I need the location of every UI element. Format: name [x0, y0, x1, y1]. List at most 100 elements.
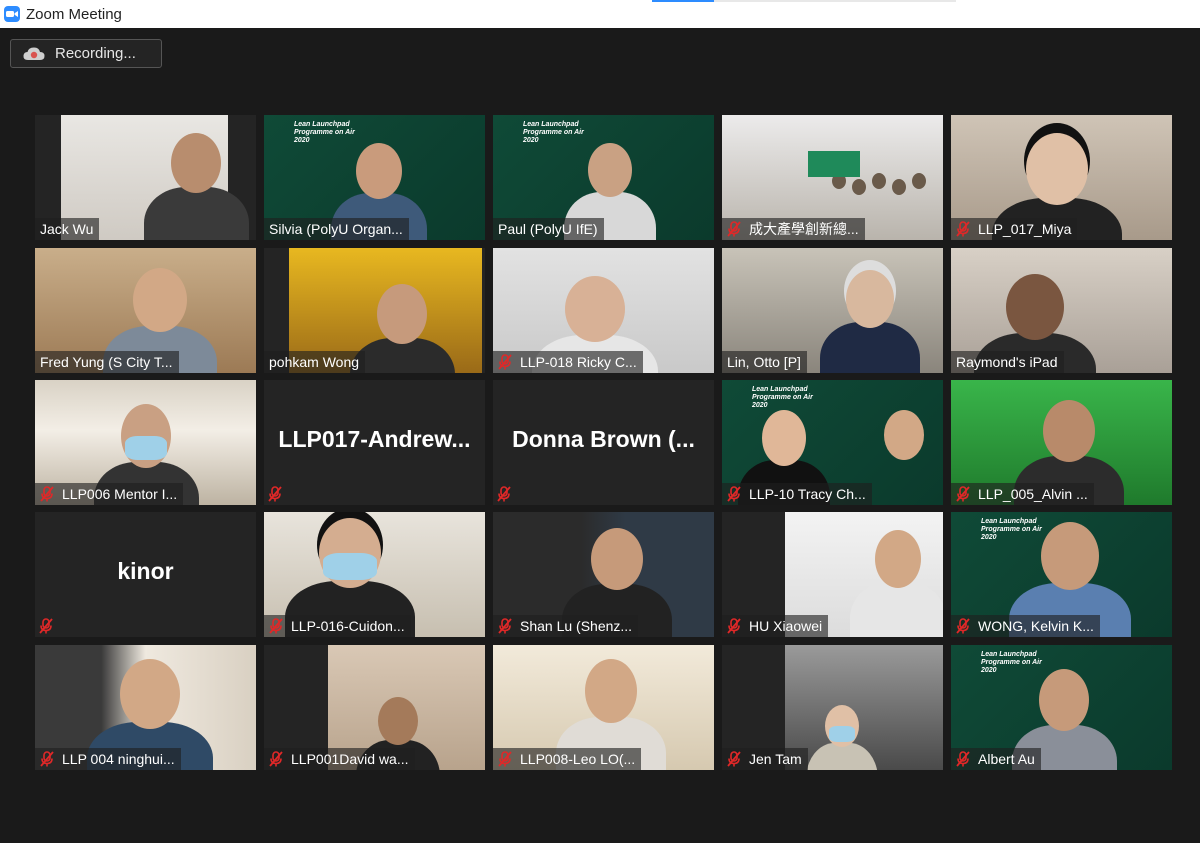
participant-tile[interactable]: Jack Wu	[35, 115, 256, 240]
participant-name: LLP 004 ninghui...	[62, 751, 175, 767]
person-head	[133, 268, 187, 332]
participant-name: pohkam Wong	[269, 354, 360, 370]
person-head	[591, 528, 643, 590]
participant-label: LLP 004 ninghui...	[35, 748, 181, 770]
participant-label: LLP-018 Ricky C...	[493, 351, 643, 373]
participant-name: LLP006 Mentor I...	[62, 486, 178, 502]
participant-label: LLP_005_Alvin ...	[951, 483, 1094, 505]
participant-name: Raymond's iPad	[956, 354, 1058, 370]
participant-name: LLP_005_Alvin ...	[978, 486, 1088, 502]
window-title: Zoom Meeting	[26, 5, 122, 23]
participant-label: LLP001David wa...	[264, 748, 415, 770]
participant-tile[interactable]: Shan Lu (Shenz...	[493, 512, 714, 637]
participant-tile[interactable]: Lean Launchpad Programme on Air 2020 Albe…	[951, 645, 1172, 770]
person-body	[143, 187, 249, 240]
participant-tile[interactable]: HU Xiaowei	[722, 512, 943, 637]
participant-tile[interactable]: LLP 004 ninghui...	[35, 645, 256, 770]
participant-name: Paul (PolyU IfE)	[498, 221, 598, 237]
gallery-view: Recording... Jack Wu Lean Launchpad Progr…	[0, 28, 1200, 843]
participant-tile[interactable]: pohkam Wong	[264, 248, 485, 373]
participant-name-large: Donna Brown (...	[512, 426, 695, 452]
mic-muted-icon	[497, 486, 511, 502]
participant-tile[interactable]: Fred Yung (S City T...	[35, 248, 256, 373]
person-head	[377, 284, 427, 344]
participant-tile[interactable]: kinor	[35, 512, 256, 637]
participant-label: Jen Tam	[722, 748, 808, 770]
mic-muted-icon	[498, 618, 512, 634]
person-head	[588, 143, 632, 197]
participant-name: 成大產學創新總...	[749, 221, 859, 237]
participant-label: LLP006 Mentor I...	[35, 483, 184, 505]
participant-tile[interactable]: Jen Tam	[722, 645, 943, 770]
participant-tile[interactable]: Lean Launchpad Programme on Air 2020 Silv…	[264, 115, 485, 240]
mic-muted-icon	[727, 751, 741, 767]
participant-tile[interactable]: LLP008-Leo LO(...	[493, 645, 714, 770]
title-bar: Zoom Meeting	[0, 0, 1200, 28]
participant-label: HU Xiaowei	[722, 615, 829, 637]
participant-tile[interactable]: Lean Launchpad Programme on Air 2020 WONG…	[951, 512, 1172, 637]
participant-name: LLP001David wa...	[291, 751, 409, 767]
mic-muted-icon	[498, 354, 512, 370]
recording-button[interactable]: Recording...	[10, 39, 162, 68]
participant-tile[interactable]: LLP-016-Cuidon...	[264, 512, 485, 637]
mic-muted-icon	[269, 618, 283, 634]
person-head	[892, 179, 906, 195]
face-mask	[323, 553, 377, 580]
participant-label: Jack Wu	[35, 218, 100, 240]
person-head	[356, 143, 402, 199]
participant-tile[interactable]: LLP017-Andrew...	[264, 380, 485, 505]
mic-muted-icon	[956, 618, 970, 634]
participant-tile[interactable]: Raymond's iPad	[951, 248, 1172, 373]
participant-name: LLP_017_Miya	[978, 221, 1072, 237]
mic-muted-icon	[727, 618, 741, 634]
participant-name: LLP-018 Ricky C...	[520, 354, 637, 370]
mic-muted-icon	[269, 751, 283, 767]
person-head	[852, 179, 866, 195]
mic-muted-icon	[727, 486, 741, 502]
participant-label: WONG, Kelvin K...	[951, 615, 1100, 637]
participant-label: Silvia (PolyU Organ...	[264, 218, 409, 240]
participant-tile[interactable]: LLP_005_Alvin ...	[951, 380, 1172, 505]
participant-name: LLP-016-Cuidon...	[291, 618, 405, 634]
participant-label: LLP_017_Miya	[951, 218, 1078, 240]
projector-screen	[808, 151, 860, 177]
participant-label: pohkam Wong	[264, 351, 366, 373]
participant-tile[interactable]: 成大產學創新總...	[722, 115, 943, 240]
participant-tile[interactable]: LLP006 Mentor I...	[35, 380, 256, 505]
mic-muted-icon	[39, 618, 53, 634]
person-head	[1006, 274, 1064, 340]
participant-tile[interactable]: Lean Launchpad Programme on Air 2020 LLP-…	[722, 380, 943, 505]
person-head	[872, 173, 886, 189]
participant-label: LLP-10 Tracy Ch...	[722, 483, 872, 505]
participant-tile[interactable]: Lean Launchpad Programme on Air 2020 Paul…	[493, 115, 714, 240]
background-brand-text: Lean Launchpad Programme on Air 2020	[523, 121, 584, 144]
participant-tile[interactable]: LLP001David wa...	[264, 645, 485, 770]
participant-label: Paul (PolyU IfE)	[493, 218, 604, 240]
background-brand-text: Lean Launchpad Programme on Air 2020	[752, 386, 813, 409]
person-head	[378, 697, 418, 745]
participant-name: Silvia (PolyU Organ...	[269, 221, 403, 237]
participant-name: Albert Au	[978, 751, 1035, 767]
mic-muted-icon	[727, 221, 741, 237]
participant-name: Jack Wu	[40, 221, 94, 237]
person-head	[762, 410, 806, 466]
participant-tile[interactable]: Donna Brown (...	[493, 380, 714, 505]
participant-name: Lin, Otto [P]	[727, 354, 801, 370]
participant-name: Fred Yung (S City T...	[40, 354, 173, 370]
participant-tile[interactable]: LLP_017_Miya	[951, 115, 1172, 240]
mic-muted-icon	[956, 751, 970, 767]
participant-tile[interactable]: LLP-018 Ricky C...	[493, 248, 714, 373]
person-head	[565, 276, 625, 342]
participant-name: Shan Lu (Shenz...	[520, 618, 633, 634]
mic-muted-icon	[956, 486, 970, 502]
participant-label: LLP-016-Cuidon...	[264, 615, 411, 637]
participant-label: Shan Lu (Shenz...	[493, 615, 639, 637]
zoom-camera-icon	[4, 6, 20, 22]
participant-name-large: LLP017-Andrew...	[278, 426, 471, 452]
participant-tile[interactable]: Lin, Otto [P]	[722, 248, 943, 373]
background-brand-text: Lean Launchpad Programme on Air 2020	[294, 121, 355, 144]
mic-muted-icon	[268, 486, 282, 502]
participant-label: 成大產學創新總...	[722, 218, 865, 240]
mic-muted-icon	[40, 751, 54, 767]
person-head	[1039, 669, 1089, 731]
